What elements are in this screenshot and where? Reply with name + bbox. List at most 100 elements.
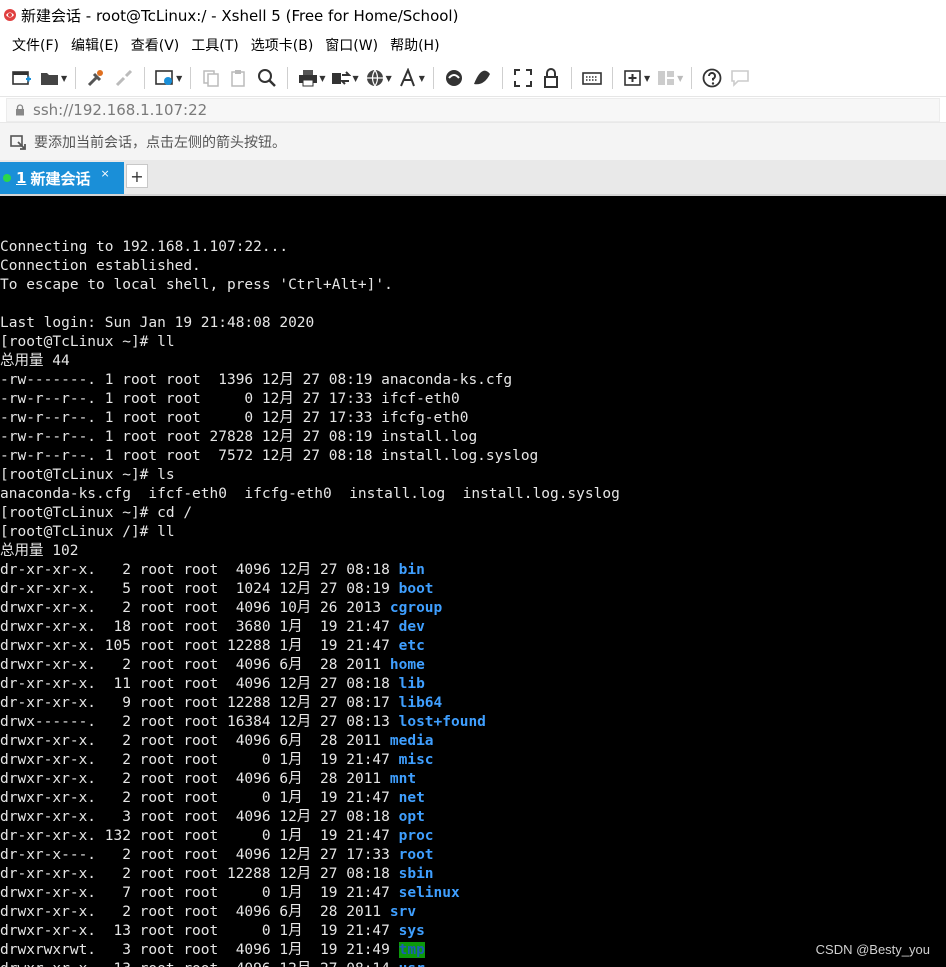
- directory-name: home: [389, 657, 425, 673]
- globe-icon[interactable]: [364, 67, 386, 89]
- address-field[interactable]: ssh://192.168.1.107:22: [6, 98, 940, 122]
- font-icon[interactable]: [397, 67, 419, 89]
- directory-name: net: [398, 790, 425, 806]
- directory-name: boot: [398, 581, 434, 597]
- directory-name: media: [389, 733, 434, 749]
- terminal-line-text: drwxr-xr-x. 2 root root 4096 6月 28 2011: [0, 904, 390, 920]
- lock-icon: [16, 104, 24, 116]
- directory-name: root: [398, 847, 434, 863]
- new-tab-dropdown-icon[interactable]: ▼: [644, 74, 650, 83]
- terminal-line: drwx------. 2 root root 16384 12月 27 08:…: [0, 713, 620, 732]
- terminal-line-text: Connection established.: [0, 258, 201, 274]
- menu-help[interactable]: 帮助(H): [384, 35, 445, 55]
- keyboard-icon[interactable]: [581, 67, 603, 89]
- print-icon[interactable]: [297, 67, 319, 89]
- menu-tabs[interactable]: 选项卡(B): [245, 35, 320, 55]
- terminal-line-text: drwxr-xr-x. 13 root root 0 1月 19 21:47: [0, 923, 399, 939]
- menu-view[interactable]: 查看(V): [125, 35, 186, 55]
- transfer-icon[interactable]: [330, 67, 352, 89]
- menu-tools[interactable]: 工具(T): [185, 35, 244, 55]
- toolbar-separator: [432, 67, 434, 89]
- terminal-line-text: [root@TcLinux ~]# ls: [0, 467, 175, 483]
- properties-dropdown-icon[interactable]: ▼: [176, 74, 182, 83]
- xftp-icon[interactable]: [443, 67, 465, 89]
- font-dropdown-icon[interactable]: ▼: [419, 74, 425, 83]
- fullscreen-icon[interactable]: [512, 67, 534, 89]
- directory-name: selinux: [398, 885, 460, 901]
- tab-label: 新建会话: [30, 169, 91, 188]
- tab-session-1[interactable]: 1 新建会话 ×: [0, 162, 124, 194]
- xagent-icon[interactable]: [471, 67, 493, 89]
- directory-name: dev: [398, 619, 425, 635]
- open-dropdown-icon[interactable]: ▼: [61, 74, 67, 83]
- terminal-line: drwxr-xr-x. 7 root root 0 1月 19 21:47 se…: [0, 884, 620, 903]
- directory-name: tmp: [398, 942, 425, 958]
- print-dropdown-icon[interactable]: ▼: [319, 74, 325, 83]
- help-icon[interactable]: [701, 67, 723, 89]
- globe-dropdown-icon[interactable]: ▼: [386, 74, 392, 83]
- transfer-dropdown-icon[interactable]: ▼: [352, 74, 358, 83]
- find-icon[interactable]: [256, 67, 278, 89]
- tab-close-icon[interactable]: ×: [100, 167, 109, 180]
- menu-file[interactable]: 文件(F): [0, 35, 65, 55]
- terminal-line-text: anaconda-ks.cfg ifcf-eth0 ifcfg-eth0 ins…: [0, 486, 620, 502]
- terminal-line-text: dr-xr-xr-x. 2 root root 4096 12月 27 08:1…: [0, 562, 399, 578]
- terminal-line-text: dr-xr-xr-x. 5 root root 1024 12月 27 08:1…: [0, 581, 399, 597]
- layout-dropdown-icon[interactable]: ▼: [677, 74, 683, 83]
- terminal-line: drwxr-xr-x. 2 root root 4096 6月 28 2011 …: [0, 903, 620, 922]
- add-tab-button[interactable]: +: [126, 164, 148, 188]
- new-session-icon[interactable]: [11, 67, 33, 89]
- terminal-area[interactable]: Connecting to 192.168.1.107:22... Connect…: [0, 196, 946, 967]
- terminal-line: drwxr-xr-x. 18 root root 3680 1月 19 21:4…: [0, 618, 620, 637]
- terminal-line-text: drwxr-xr-x. 18 root root 3680 1月 19 21:4…: [0, 619, 399, 635]
- terminal-line: drwxr-xr-x. 2 root root 0 1月 19 21:47 mi…: [0, 751, 620, 770]
- open-folder-icon[interactable]: [39, 67, 61, 89]
- toolbar-separator: [287, 67, 289, 89]
- lock-screen-icon[interactable]: [540, 67, 562, 89]
- directory-name: etc: [398, 638, 425, 654]
- terminal-line-text: Last login: Sun Jan 19 21:48:08 2020: [0, 315, 315, 331]
- address-bar: ssh://192.168.1.107:22: [0, 96, 946, 123]
- terminal-line-text: To escape to local shell, press 'Ctrl+Al…: [0, 277, 393, 293]
- menu-edit[interactable]: 编辑(E): [65, 35, 125, 55]
- directory-name: lib: [398, 676, 425, 692]
- directory-name: sbin: [398, 866, 434, 882]
- terminal-line-text: Connecting to 192.168.1.107:22...: [0, 239, 289, 255]
- add-session-arrow-icon[interactable]: [10, 133, 28, 151]
- terminal-line-text: [root@TcLinux /]# ll: [0, 524, 175, 540]
- terminal-line-text: -rw-r--r--. 1 root root 7572 12月 27 08:1…: [0, 448, 539, 464]
- terminal-line-text: drwx------. 2 root root 16384 12月 27 08:…: [0, 714, 399, 730]
- terminal-line: dr-xr-xr-x. 9 root root 12288 12月 27 08:…: [0, 694, 620, 713]
- terminal-line: dr-xr-xr-x. 2 root root 12288 12月 27 08:…: [0, 865, 620, 884]
- terminal-line: drwxr-xr-x. 3 root root 4096 12月 27 08:1…: [0, 808, 620, 827]
- toolbar-separator: [190, 67, 192, 89]
- paste-icon[interactable]: [228, 67, 250, 89]
- terminal-line: 总用量 44: [0, 352, 620, 371]
- terminal-line-text: 总用量 44: [0, 353, 70, 369]
- terminal-line-text: drwxr-xr-x. 2 root root 0 1月 19 21:47: [0, 752, 399, 768]
- terminal-line: drwxr-xr-x. 2 root root 4096 6月 28 2011 …: [0, 656, 620, 675]
- toolbar: ▼ ▼ ▼ ▼ ▼ ▼ ▼ ▼: [0, 60, 946, 96]
- layout-icon[interactable]: [655, 67, 677, 89]
- terminal-line-text: drwxr-xr-x. 105 root root 12288 1月 19 21…: [0, 638, 399, 654]
- terminal-line: drwxr-xr-x. 13 root root 4096 12月 27 08:…: [0, 960, 620, 967]
- tab-bar: 1 新建会话 × +: [0, 160, 946, 196]
- terminal-line: Last login: Sun Jan 19 21:48:08 2020: [0, 314, 620, 333]
- chat-icon[interactable]: [729, 67, 751, 89]
- terminal-line-text: dr-xr-xr-x. 2 root root 12288 12月 27 08:…: [0, 866, 399, 882]
- terminal-line: drwxr-xr-x. 2 root root 4096 6月 28 2011 …: [0, 770, 620, 789]
- terminal-line: drwxr-xr-x. 2 root root 4096 10月 26 2013…: [0, 599, 620, 618]
- terminal-line: drwxr-xr-x. 2 root root 4096 6月 28 2011 …: [0, 732, 620, 751]
- reconnect-icon[interactable]: [85, 67, 107, 89]
- directory-name: mnt: [389, 771, 417, 787]
- directory-name: lib64: [398, 695, 443, 711]
- new-tab-icon[interactable]: [622, 67, 644, 89]
- disconnect-icon[interactable]: [113, 67, 135, 89]
- copy-icon[interactable]: [200, 67, 222, 89]
- terminal-line: -rw-r--r--. 1 root root 27828 12月 27 08:…: [0, 428, 620, 447]
- directory-name: opt: [398, 809, 425, 825]
- menu-window[interactable]: 窗口(W): [319, 35, 384, 55]
- properties-icon[interactable]: [154, 67, 176, 89]
